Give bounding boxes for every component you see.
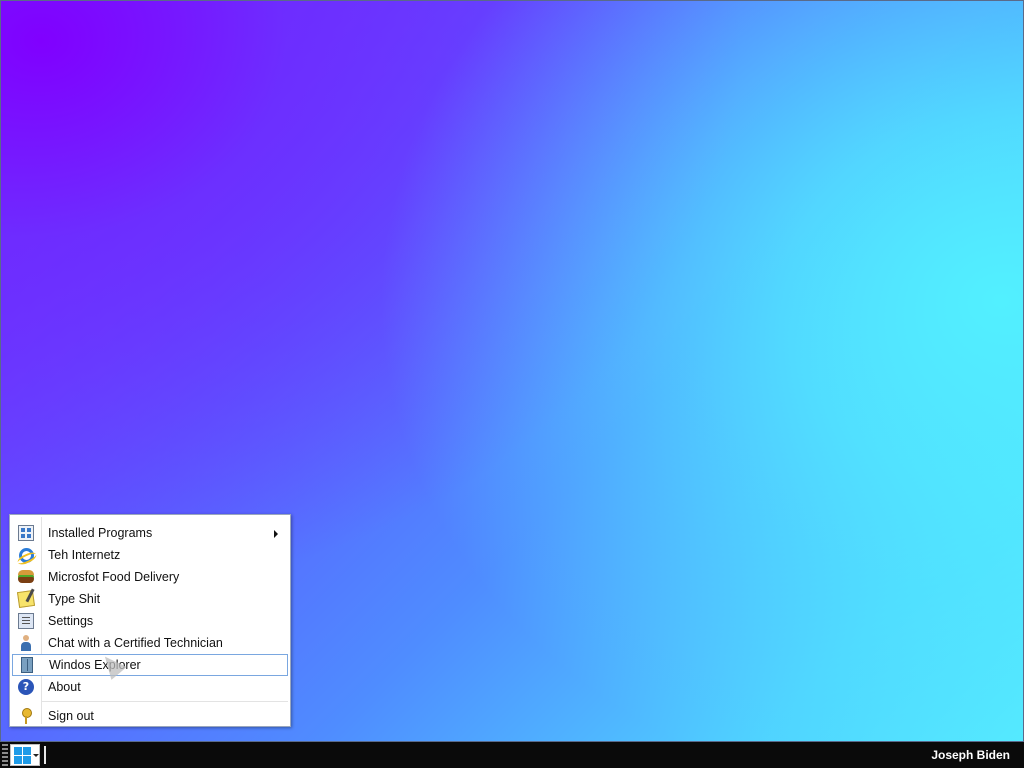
taskbar-separator — [44, 746, 46, 764]
start-menu: Installed Programs Teh Internetz Microsf… — [9, 514, 291, 727]
settings-icon — [12, 610, 40, 632]
taskbar-grip[interactable] — [2, 744, 8, 766]
hamburger-icon — [12, 566, 40, 588]
chevron-down-icon — [33, 753, 39, 757]
key-icon — [12, 705, 40, 727]
menu-item-label: Windos Explorer — [49, 658, 141, 672]
submenu-arrow-icon — [274, 530, 278, 538]
start-button[interactable] — [10, 744, 40, 766]
user-name: Joseph Biden — [931, 748, 1010, 762]
menu-item-label: Microsfot Food Delivery — [48, 570, 180, 584]
menu-item-label: Teh Internetz — [48, 548, 121, 562]
menu-item-label: Installed Programs — [48, 526, 153, 540]
file-explorer-icon — [13, 654, 41, 676]
installed-programs-icon — [12, 522, 40, 544]
menu-item-label: Type Shit — [48, 592, 101, 606]
menu-item-label: Sign out — [48, 709, 94, 723]
menu-item-installed-programs[interactable]: Installed Programs — [12, 522, 288, 544]
windows-logo-icon — [14, 746, 31, 764]
menu-separator — [42, 701, 288, 702]
menu-item-chat-technician[interactable]: Chat with a Certified Technician — [12, 632, 288, 654]
menu-item-about[interactable]: ? About — [12, 676, 288, 698]
internet-explorer-icon — [12, 544, 40, 566]
menu-item-label: Chat with a Certified Technician — [48, 636, 223, 650]
menu-item-label: About — [48, 680, 81, 694]
menu-item-type-shit[interactable]: Type Shit — [12, 588, 288, 610]
menu-item-settings[interactable]: Settings — [12, 610, 288, 632]
menu-item-label: Settings — [48, 614, 94, 628]
menu-item-teh-internetz[interactable]: Teh Internetz — [12, 544, 288, 566]
taskbar: Joseph Biden — [0, 742, 1024, 768]
technician-icon — [12, 632, 40, 654]
menu-item-windos-explorer[interactable]: Windos Explorer — [12, 654, 288, 676]
notepad-icon — [12, 588, 40, 610]
menu-item-sign-out[interactable]: Sign out — [12, 705, 288, 727]
help-icon: ? — [12, 676, 40, 698]
menu-item-food-delivery[interactable]: Microsfot Food Delivery — [12, 566, 288, 588]
